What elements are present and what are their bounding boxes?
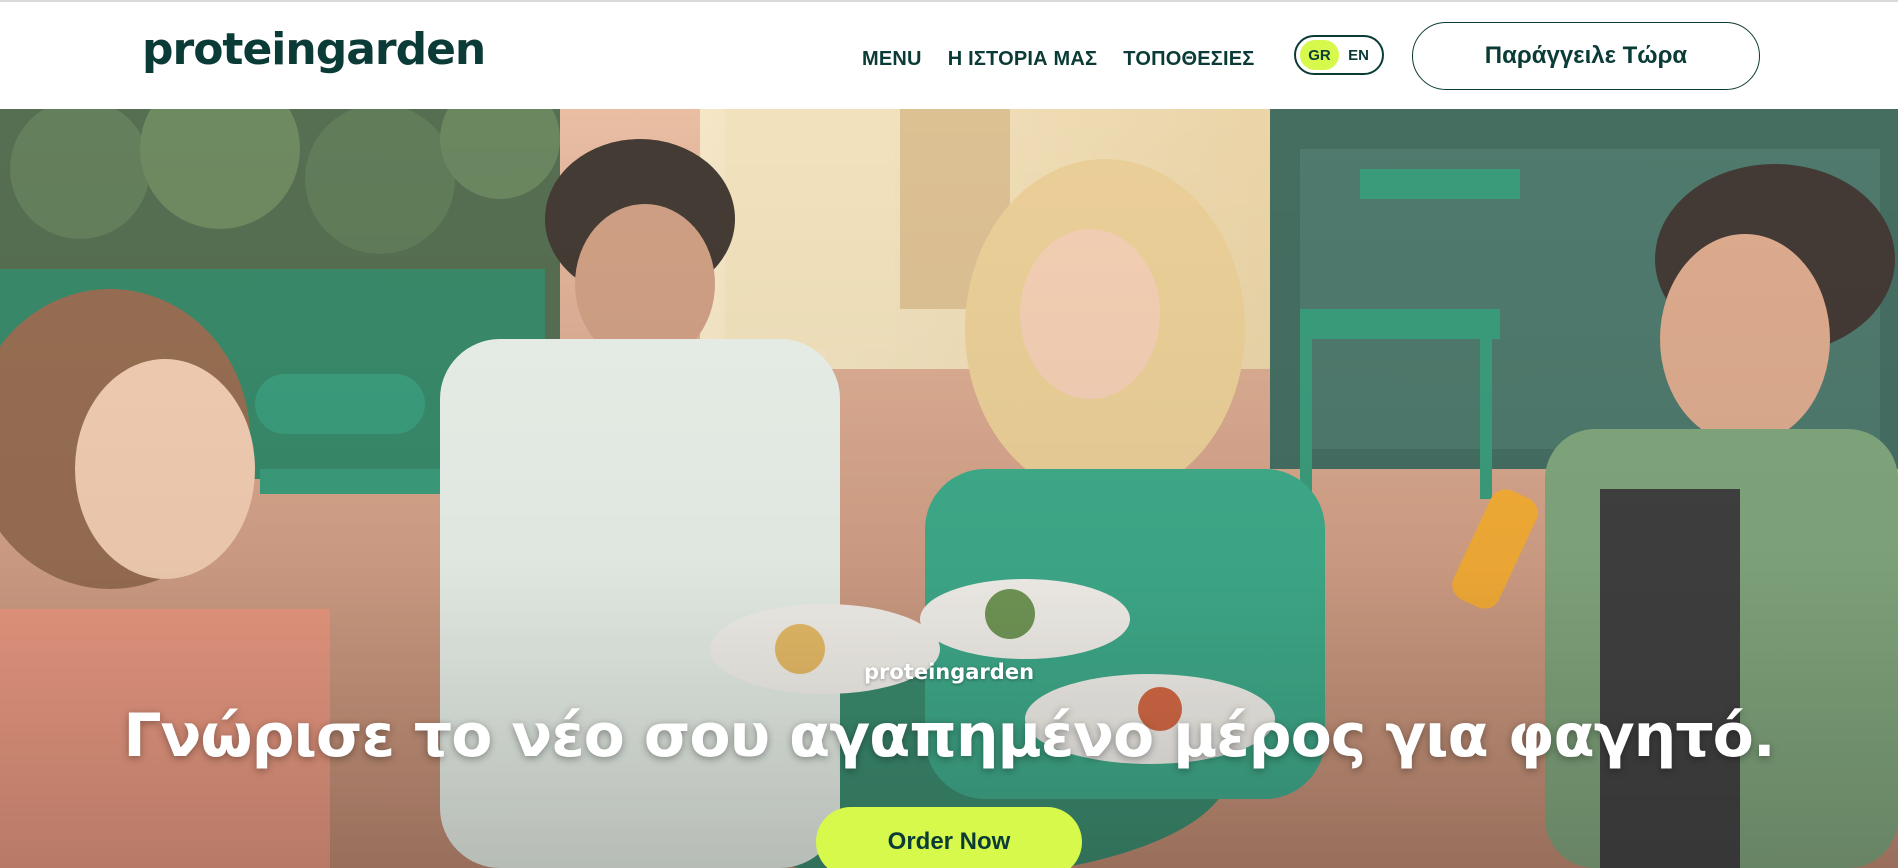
- nav-item-our-story[interactable]: Η ΙΣΤΟΡΙΑ ΜΑΣ: [948, 48, 1098, 71]
- order-now-header-button[interactable]: Παράγγειλε Τώρα: [1412, 22, 1760, 90]
- language-option-en[interactable]: EN: [1339, 40, 1378, 70]
- hero-headline: Γνώρισε το νέο σου αγαπημένο μέρος για φ…: [123, 701, 1775, 771]
- language-toggle[interactable]: GR EN: [1294, 35, 1384, 75]
- language-option-gr[interactable]: GR: [1300, 40, 1339, 70]
- logo[interactable]: proteingarden: [142, 24, 486, 75]
- site-header: proteingarden MENU Η ΙΣΤΟΡΙΑ ΜΑΣ ΤΟΠΟΘΕΣ…: [0, 2, 1898, 109]
- nav-item-menu[interactable]: MENU: [862, 48, 922, 71]
- nav-item-locations[interactable]: ΤΟΠΟΘΕΣΙΕΣ: [1123, 48, 1254, 71]
- main-nav: MENU Η ΙΣΤΟΡΙΑ ΜΑΣ ΤΟΠΟΘΕΣΙΕΣ: [862, 48, 1254, 71]
- order-now-hero-button[interactable]: Order Now: [816, 807, 1082, 868]
- hero-section: proteingarden Γνώρισε το νέο σου αγαπημέ…: [0, 109, 1898, 868]
- hero-brand-text: proteingarden: [863, 660, 1035, 684]
